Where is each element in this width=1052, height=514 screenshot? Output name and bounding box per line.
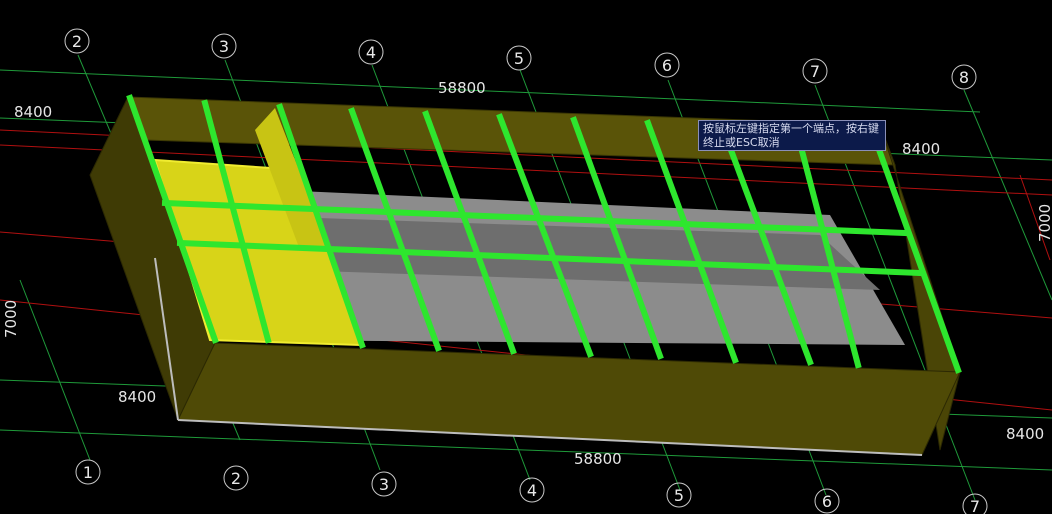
axis-circle-bottom-5[interactable]: 5 bbox=[666, 482, 692, 508]
axis-label: 6 bbox=[822, 492, 832, 511]
dimension-bottom-span: 58800 bbox=[574, 450, 622, 468]
axis-circle-top-6[interactable]: 6 bbox=[654, 52, 680, 78]
axis-label: 8 bbox=[959, 68, 969, 87]
axis-circle-bottom-6[interactable]: 6 bbox=[814, 488, 840, 514]
dimension-top-span: 58800 bbox=[438, 79, 486, 97]
command-prompt-tooltip: 按鼠标左键指定第一个端点，按右键终止或ESC取消 bbox=[698, 120, 886, 151]
axis-label: 5 bbox=[514, 49, 524, 68]
axis-label: 3 bbox=[379, 475, 389, 494]
axis-label: 5 bbox=[674, 486, 684, 505]
axis-label: 7 bbox=[810, 62, 820, 81]
axis-label: 4 bbox=[527, 481, 537, 500]
axis-label: 2 bbox=[231, 469, 241, 488]
axis-label: 1 bbox=[83, 463, 93, 482]
axis-circle-bottom-3[interactable]: 3 bbox=[371, 471, 397, 497]
axis-circle-top-5[interactable]: 5 bbox=[506, 45, 532, 71]
axis-circle-top-4[interactable]: 4 bbox=[358, 39, 384, 65]
axis-circle-top-2[interactable]: 2 bbox=[64, 28, 90, 54]
dimension-right-bottom-bay: 8400 bbox=[1006, 425, 1044, 443]
dimension-left-bottom-bay: 8400 bbox=[118, 388, 156, 406]
axis-circle-top-8[interactable]: 8 bbox=[951, 64, 977, 90]
axis-label: 3 bbox=[219, 37, 229, 56]
dimension-left-depth: 7000 bbox=[2, 300, 20, 338]
axis-labels-bottom: 1 2 3 4 5 6 7 bbox=[75, 459, 988, 514]
dimension-right-top-bay: 8400 bbox=[902, 140, 940, 158]
axis-label: 7 bbox=[970, 497, 980, 514]
axis-labels-top: 2 3 4 5 6 7 8 bbox=[64, 28, 977, 90]
axis-circle-bottom-2[interactable]: 2 bbox=[223, 465, 249, 491]
axis-label: 4 bbox=[366, 43, 376, 62]
axis-label: 2 bbox=[72, 32, 82, 51]
3d-model-viewport[interactable]: 2 3 4 5 6 7 8 1 2 3 4 5 6 7 58800 58800 … bbox=[0, 0, 1052, 514]
axis-label: 6 bbox=[662, 56, 672, 75]
axis-circle-bottom-1[interactable]: 1 bbox=[75, 459, 101, 485]
dimension-left-top-bay: 8400 bbox=[14, 103, 52, 121]
axis-circle-bottom-4[interactable]: 4 bbox=[519, 477, 545, 503]
axis-circle-top-3[interactable]: 3 bbox=[211, 33, 237, 59]
axis-circle-bottom-7[interactable]: 7 bbox=[962, 493, 988, 514]
axis-circle-top-7[interactable]: 7 bbox=[802, 58, 828, 84]
tooltip-text: 按鼠标左键指定第一个端点，按右键终止或ESC取消 bbox=[703, 122, 879, 149]
dimension-right-depth: 7000 bbox=[1036, 204, 1052, 242]
